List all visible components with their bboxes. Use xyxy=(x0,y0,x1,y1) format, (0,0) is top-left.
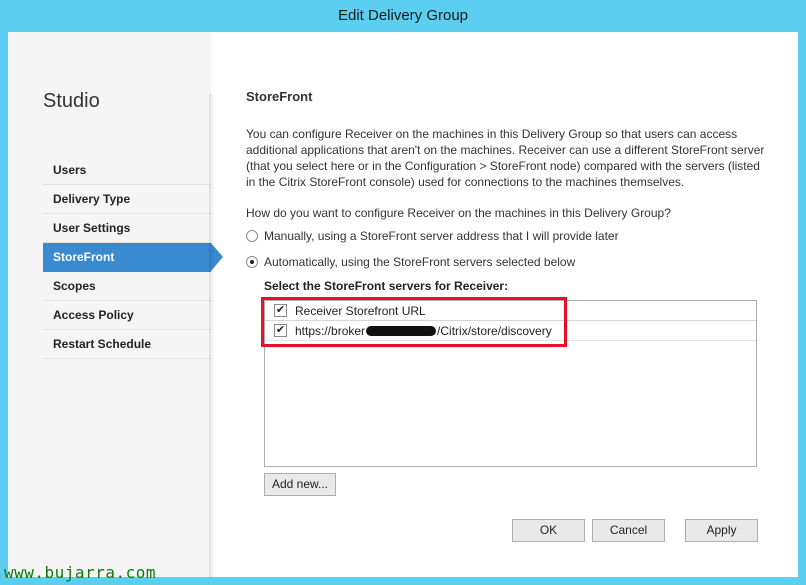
sidebar: Studio Users Delivery Type User Settings… xyxy=(8,32,223,577)
radio-button[interactable] xyxy=(246,256,258,268)
nav-item-delivery-type[interactable]: Delivery Type xyxy=(43,185,211,214)
radio-manually[interactable]: Manually, using a StoreFront server addr… xyxy=(246,229,619,243)
nav-item-scopes[interactable]: Scopes xyxy=(43,272,211,301)
page-title: StoreFront xyxy=(246,89,313,104)
url-prefix: https://broker xyxy=(295,323,366,338)
cancel-button[interactable]: Cancel xyxy=(592,519,665,542)
nav-item-restart-schedule[interactable]: Restart Schedule xyxy=(43,330,211,359)
column-header: Receiver Storefront URL xyxy=(295,303,426,318)
window-title-bar: Edit Delivery Group xyxy=(0,0,806,32)
apply-button[interactable]: Apply xyxy=(685,519,758,542)
sidebar-title: Studio xyxy=(43,90,100,112)
nav-item-access-policy[interactable]: Access Policy xyxy=(43,301,211,330)
redaction-mark xyxy=(366,325,437,336)
radio-label: Manually, using a StoreFront server addr… xyxy=(264,229,619,243)
description-text: You can configure Receiver on the machin… xyxy=(246,127,765,189)
add-new-button[interactable]: Add new... xyxy=(264,473,336,496)
nav-item-user-settings[interactable]: User Settings xyxy=(43,214,211,243)
radio-button[interactable] xyxy=(246,230,258,242)
storefront-list[interactable]: ✔ Receiver Storefront URL ✔ https://brok… xyxy=(264,300,757,467)
radio-automatically[interactable]: Automatically, using the StoreFront serv… xyxy=(246,255,575,269)
question-text: How do you want to configure Receiver on… xyxy=(246,206,671,220)
sidebar-shadow xyxy=(209,94,215,577)
window-title: Edit Delivery Group xyxy=(337,7,469,24)
watermark: www.bujarra.com xyxy=(4,563,156,582)
nav-item-storefront[interactable]: StoreFront xyxy=(43,243,223,272)
row-checkbox[interactable]: ✔ xyxy=(274,324,287,337)
dialog-body: Studio Users Delivery Type User Settings… xyxy=(8,32,798,577)
radio-label: Automatically, using the StoreFront serv… xyxy=(264,255,576,269)
nav-item-users[interactable]: Users xyxy=(43,156,211,185)
list-item[interactable]: ✔ https://broker /Citrix/store/discovery xyxy=(265,321,756,341)
ok-button[interactable]: OK xyxy=(512,519,585,542)
select-all-checkbox[interactable]: ✔ xyxy=(274,304,287,317)
list-header[interactable]: ✔ Receiver Storefront URL xyxy=(265,301,756,321)
storefront-list-label: Select the StoreFront servers for Receiv… xyxy=(264,279,509,293)
url-suffix: /Citrix/store/discovery xyxy=(437,323,552,338)
wizard-nav: Users Delivery Type User Settings StoreF… xyxy=(43,156,223,359)
